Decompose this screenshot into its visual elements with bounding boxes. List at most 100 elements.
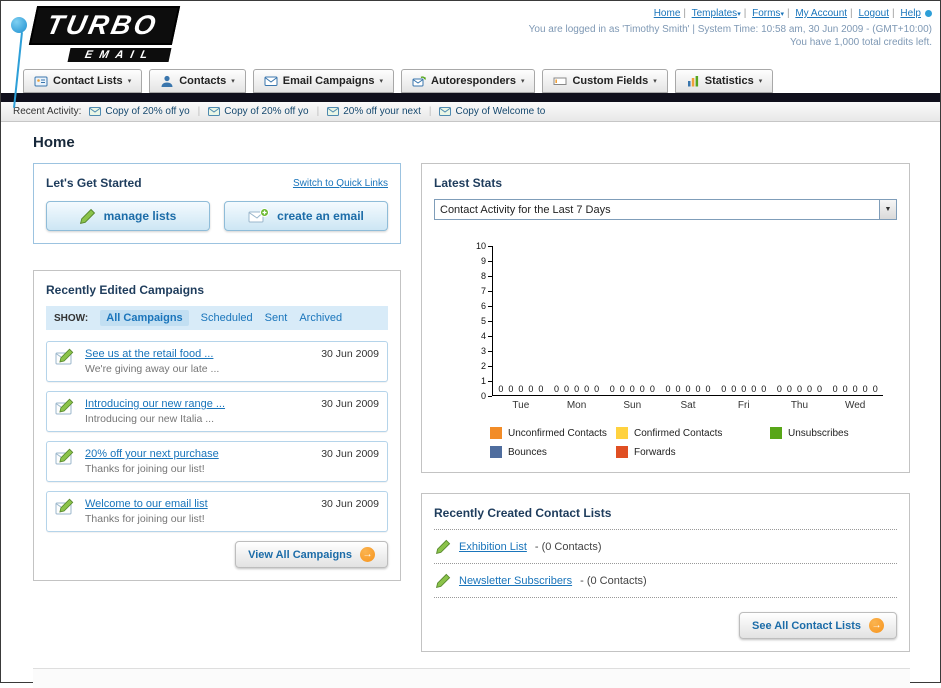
- recent-activity-text: Copy of Welcome to: [455, 106, 546, 117]
- pencil-icon: [436, 539, 451, 554]
- app-logo[interactable]: TURBO EMAIL: [11, 6, 261, 108]
- recent-activity-label: Recent Activity:: [13, 106, 82, 117]
- legend-item: Unconfirmed Contacts: [490, 427, 616, 439]
- legend-label: Bounces: [508, 446, 547, 458]
- legend-label: Unsubscribes: [788, 427, 849, 439]
- separator: |: [197, 106, 201, 117]
- top-links: Home | Templates▾ | Forms▾ | My Account | Lo…: [529, 8, 932, 19]
- filter-archived[interactable]: Archived: [299, 312, 342, 324]
- filter-all-campaigns[interactable]: All Campaigns: [100, 310, 189, 326]
- campaign-date: 30 Jun 2009: [321, 348, 379, 360]
- recent-activity-item[interactable]: 20% off your next: [327, 106, 421, 117]
- contacts-icon: [160, 74, 174, 88]
- link-help[interactable]: Help: [900, 8, 921, 19]
- tab-contacts[interactable]: Contacts ▾: [149, 69, 246, 93]
- legend-label: Confirmed Contacts: [634, 427, 723, 439]
- link-home[interactable]: Home: [654, 8, 681, 19]
- contact-lists-title: Recently Created Contact Lists: [434, 506, 612, 520]
- envelope-icon: [208, 107, 221, 116]
- x-axis-label: Sun: [623, 400, 642, 411]
- tab-label: Contact Lists: [53, 75, 123, 87]
- link-my-account[interactable]: My Account: [795, 8, 847, 19]
- legend-item: Unsubscribes: [770, 427, 897, 439]
- legend-item: Bounces: [490, 446, 616, 458]
- recent-activity-text: Copy of 20% off yo: [224, 106, 309, 117]
- filter-scheduled[interactable]: Scheduled: [201, 312, 253, 324]
- chart-group: 00000: [772, 246, 828, 395]
- separator: |: [850, 8, 853, 19]
- data-value-label: 0: [508, 384, 514, 394]
- campaign-desc: Thanks for joining our list!: [85, 513, 205, 525]
- separator: |: [316, 106, 320, 117]
- tab-statistics[interactable]: Statistics ▾: [674, 69, 774, 93]
- data-value-label: 0: [498, 384, 504, 394]
- campaign-link[interactable]: Welcome to our email list: [85, 498, 313, 510]
- data-value-label: 0: [776, 384, 782, 394]
- legend-item: Forwards: [616, 446, 770, 458]
- data-value-label: 0: [528, 384, 534, 394]
- separator: |: [683, 8, 686, 19]
- chart-y-axis: 10 9 8 7 6 5 4 3 2 1 0: [468, 241, 492, 401]
- page-footer: [33, 668, 910, 688]
- campaign-row: 20% off your next purchase Thanks for jo…: [46, 441, 388, 482]
- data-value-label: 0: [741, 384, 747, 394]
- tab-contact-lists[interactable]: Contact Lists ▾: [23, 69, 143, 93]
- link-templates[interactable]: Templates: [692, 8, 738, 19]
- contact-list-link[interactable]: Exhibition List: [459, 541, 527, 553]
- separator: |: [786, 8, 790, 19]
- campaign-date: 30 Jun 2009: [321, 448, 379, 460]
- x-axis-label: Sat: [680, 400, 696, 411]
- create-email-button[interactable]: create an email: [224, 201, 388, 231]
- latest-stats-title: Latest Stats: [434, 176, 503, 190]
- recent-activity-item[interactable]: Copy of 20% off yo: [89, 106, 190, 117]
- envelope-plus-icon: [248, 208, 270, 224]
- data-value-label: 0: [751, 384, 757, 394]
- data-value-label: 0: [665, 384, 671, 394]
- recent-campaigns-panel: Recently Edited Campaigns SHOW: All Camp…: [33, 270, 401, 581]
- envelope-pencil-icon: [55, 348, 77, 375]
- campaign-row: Introducing our new range ... Introducin…: [46, 391, 388, 432]
- envelope-icon: [439, 107, 452, 116]
- chevron-down-icon: ▾: [379, 78, 383, 85]
- contact-lists-icon: [34, 74, 48, 88]
- filter-sent[interactable]: Sent: [265, 312, 288, 324]
- view-all-campaigns-button[interactable]: View All Campaigns: [235, 541, 388, 568]
- chart-group: 00000: [716, 246, 772, 395]
- campaign-list: See us at the retail food ... We're givi…: [46, 341, 388, 532]
- tab-email-campaigns[interactable]: Email Campaigns ▾: [252, 69, 394, 93]
- x-axis-label: Tue: [512, 400, 530, 411]
- x-axis-label: Thu: [790, 400, 809, 411]
- app-window: TURBO EMAIL Home | Templates▾ | Forms▾ | My…: [0, 0, 941, 688]
- tab-label: Contacts: [179, 75, 227, 87]
- logo-wordmark-email: EMAIL: [67, 48, 172, 62]
- main-content: Home Let's Get Started Switch to Quick L…: [1, 122, 940, 688]
- contact-list-link[interactable]: Newsletter Subscribers: [459, 575, 572, 587]
- nav-underbar: [1, 93, 940, 102]
- campaign-link[interactable]: 20% off your next purchase: [85, 448, 313, 460]
- envelope-pencil-icon: [55, 398, 77, 425]
- recent-activity-item[interactable]: Copy of Welcome to: [439, 106, 545, 117]
- legend-swatch: [490, 427, 502, 439]
- contact-list-count: - (0 Contacts): [534, 540, 602, 553]
- data-value-label: 0: [685, 384, 691, 394]
- data-value-label: 0: [832, 384, 838, 394]
- campaign-link[interactable]: Introducing our new range ...: [85, 398, 313, 410]
- link-logout[interactable]: Logout: [858, 8, 889, 19]
- logo-swoosh-dot: [11, 17, 27, 33]
- see-all-contact-lists-button[interactable]: See All Contact Lists: [738, 612, 897, 639]
- link-forms[interactable]: Forms: [752, 8, 780, 19]
- tab-autoresponders[interactable]: Autoresponders ▾: [401, 69, 536, 93]
- tab-custom-fields[interactable]: Custom Fields ▾: [542, 69, 668, 93]
- recent-activity-item[interactable]: Copy of 20% off yo: [208, 106, 309, 117]
- legend-label: Unconfirmed Contacts: [508, 427, 607, 439]
- recent-activity-bar: Recent Activity: Copy of 20% off yo | Co…: [1, 102, 940, 122]
- chevron-down-icon: ▾: [520, 78, 525, 85]
- chart-group: 00000: [493, 246, 549, 395]
- stats-period-select[interactable]: Contact Activity for the Last 7 Days: [434, 199, 897, 220]
- arrow-right-icon: [360, 547, 375, 562]
- switch-quick-links-link[interactable]: Switch to Quick Links: [293, 178, 388, 189]
- campaign-link[interactable]: See us at the retail food ...: [85, 348, 313, 360]
- data-value-label: 0: [564, 384, 570, 394]
- chevron-down-icon: ▾: [127, 78, 132, 85]
- manage-lists-button[interactable]: manage lists: [46, 201, 210, 231]
